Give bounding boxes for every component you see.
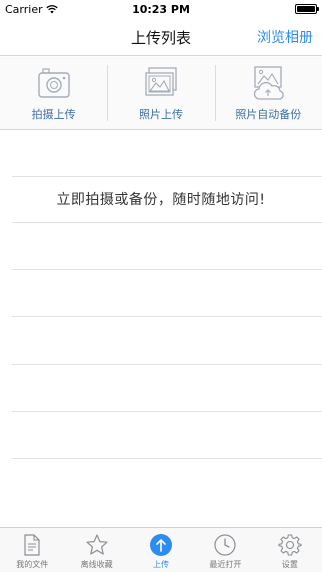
list-divider: [12, 411, 322, 412]
star-icon: [86, 534, 108, 555]
tab-my-files[interactable]: 我的文件: [0, 528, 64, 572]
auto-backup-label: 照片自动备份: [235, 108, 302, 121]
camera-upload-button[interactable]: 拍摄上传: [0, 57, 107, 129]
list-divider: [12, 316, 322, 317]
gear-icon: [278, 534, 302, 556]
photo-upload-button[interactable]: 照片上传: [107, 57, 214, 129]
list-divider: [12, 269, 322, 270]
camera-upload-label: 拍摄上传: [31, 108, 76, 121]
empty-state-message: 立即拍摄或备份，随时随地访问!: [56, 192, 266, 208]
document-icon: [24, 534, 40, 556]
status-time: 10:23 PM: [132, 2, 190, 16]
clock-icon: [214, 534, 237, 556]
tab-settings-label: 设置: [281, 560, 298, 569]
tab-recently-opened[interactable]: 最近打开: [193, 528, 257, 572]
nav-bar: 上传列表 浏览相册: [0, 18, 322, 56]
camera-icon: [37, 68, 70, 98]
tab-upload-label: 上传: [153, 560, 170, 569]
auto-backup-icon: [254, 66, 285, 100]
tab-settings[interactable]: 设置: [258, 528, 322, 572]
list-divider: [12, 176, 322, 177]
auto-backup-button[interactable]: 照片自动备份: [214, 57, 322, 129]
status-bar: Carrier 10:23 PM: [0, 0, 322, 18]
photos-icon: [145, 67, 177, 96]
tab-offline-favorites-label: 离线收藏: [80, 560, 113, 569]
photo-upload-label: 照片上传: [138, 108, 183, 121]
upload-icon: [150, 534, 173, 556]
list-divider: [12, 222, 322, 223]
tab-my-files-label: 我的文件: [16, 560, 49, 569]
browse-album-button[interactable]: 浏览相册: [257, 27, 313, 47]
tab-recently-opened-label: 最近打开: [209, 560, 242, 569]
tab-bar: 我的文件 离线收藏 上传 最近打开 设置: [0, 527, 322, 572]
list-divider: [12, 364, 322, 365]
list-divider: [12, 458, 322, 459]
battery-icon: [295, 4, 319, 14]
tab-offline-favorites[interactable]: 离线收藏: [64, 528, 128, 572]
tab-upload[interactable]: 上传: [129, 528, 193, 572]
battery-level: [297, 6, 315, 12]
upload-actions: 拍摄上传 照片上传 照片自动备份: [0, 57, 322, 130]
